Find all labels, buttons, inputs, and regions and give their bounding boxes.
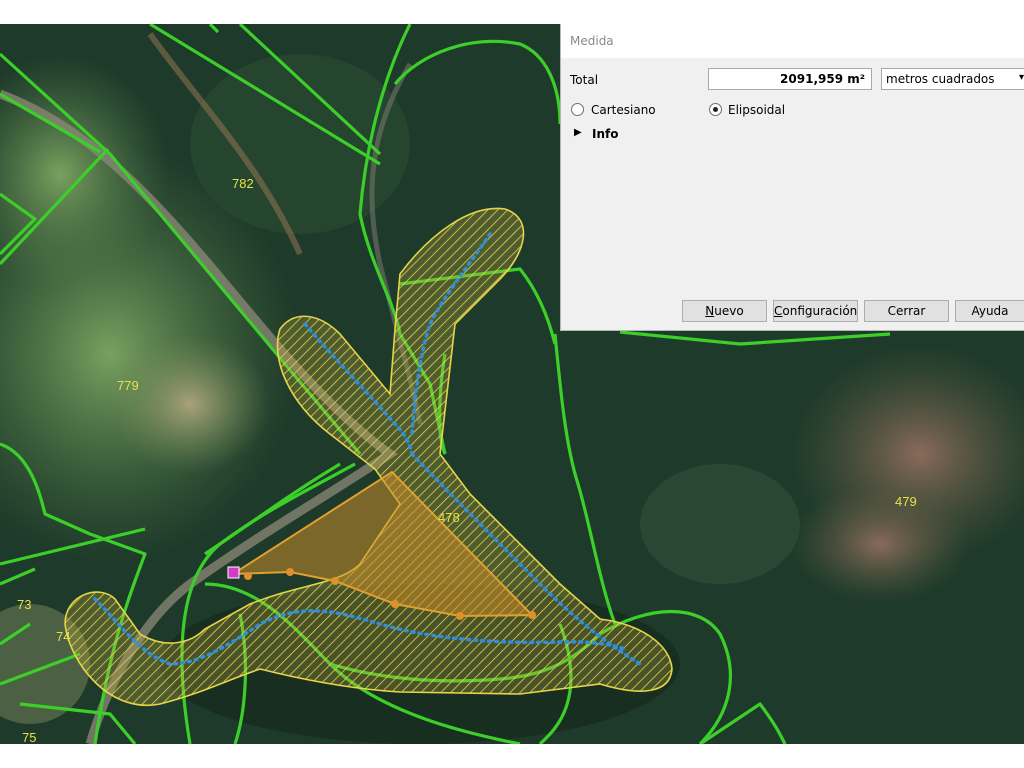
parcel-label-74: 74	[56, 629, 70, 644]
chevron-down-icon: ▾	[1018, 72, 1024, 83]
parcel-label-75: 75	[22, 730, 36, 744]
parcel-label-782: 782	[232, 176, 254, 191]
radio-cartesian-label: Cartesiano	[591, 103, 656, 117]
parcel-label-479: 479	[895, 494, 917, 509]
unit-select[interactable]: metros cuadrados ▾	[881, 68, 1024, 90]
measure-dialog: Medida Total 2091,959 m² metros cuadrado…	[560, 24, 1024, 331]
info-section-toggle[interactable]: Info	[592, 127, 618, 141]
dialog-titlebar[interactable]: Medida	[561, 24, 1024, 58]
parcel-label-779: 779	[117, 378, 139, 393]
measure-start-marker	[227, 566, 240, 579]
radio-ellipsoidal-label: Elipsoidal	[728, 103, 786, 117]
radio-cartesian[interactable]	[571, 103, 584, 116]
parcel-label-478: 478	[438, 510, 460, 525]
parcel-label-73: 73	[17, 597, 31, 612]
expand-triangle-icon[interactable]: ▶	[574, 127, 582, 138]
new-button[interactable]: Nuevo	[682, 300, 767, 322]
unit-select-value: metros cuadrados	[886, 72, 995, 86]
total-value-field[interactable]: 2091,959 m²	[708, 68, 872, 90]
close-button[interactable]: Cerrar	[864, 300, 949, 322]
configuration-button[interactable]: Configuración	[773, 300, 858, 322]
dialog-title: Medida	[570, 34, 614, 48]
help-button[interactable]: Ayuda	[955, 300, 1024, 322]
total-label: Total	[570, 73, 599, 87]
radio-ellipsoidal[interactable]	[709, 103, 722, 116]
